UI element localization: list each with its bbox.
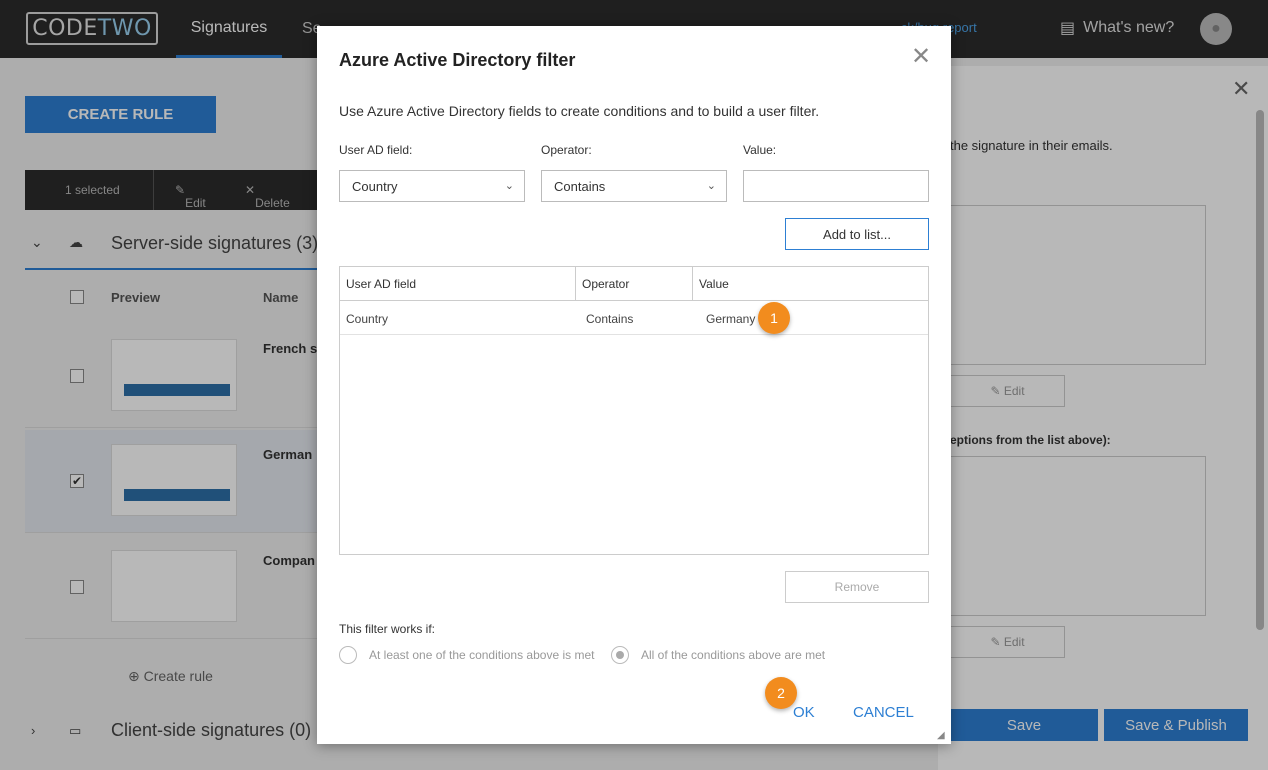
selected-value: Country [352,178,398,194]
table-row[interactable]: Country Contains Germany [340,301,928,335]
resize-handle-icon[interactable]: ◢ [937,730,945,741]
conditions-grid: User AD field Operator Value Country Con… [339,266,929,555]
operator-label: Operator: [541,143,592,157]
cancel-button[interactable]: CANCEL [853,704,914,721]
dialog-title: Azure Active Directory filter [339,50,576,70]
radio-all-conditions[interactable] [611,646,629,664]
filter-works-label: This filter works if: [339,622,436,636]
column-field[interactable]: User AD field [340,267,576,301]
close-icon[interactable]: ✕ [911,42,931,71]
cell-operator: Contains [586,312,634,326]
selected-value: Contains [554,178,606,194]
chevron-down-icon: ⌄ [706,180,716,192]
cell-value: Germany [706,312,756,326]
cell-field: Country [346,312,389,326]
operator-select[interactable]: Contains ⌄ [541,170,727,202]
ok-button[interactable]: OK [793,704,815,721]
remove-button[interactable]: Remove [785,571,929,603]
azure-ad-filter-dialog: Azure Active Directory filter ✕ Use Azur… [317,26,951,744]
ad-field-select[interactable]: Country ⌄ [339,170,525,202]
dialog-description: Use Azure Active Directory fields to cre… [339,103,820,119]
value-label: Value: [743,143,777,157]
column-operator[interactable]: Operator [576,267,693,301]
chevron-down-icon: ⌄ [504,180,514,192]
radio-any-label: At least one of the conditions above is … [369,648,595,662]
value-input[interactable] [743,170,929,202]
grid-header: User AD field Operator Value [340,267,928,301]
column-value[interactable]: Value [693,267,928,301]
radio-any-condition[interactable] [339,646,357,664]
field-label: User AD field: [339,143,413,157]
add-to-list-button[interactable]: Add to list... [785,218,929,250]
step-badge-1: 1 [758,302,790,334]
radio-all-label: All of the conditions above are met [641,648,826,662]
